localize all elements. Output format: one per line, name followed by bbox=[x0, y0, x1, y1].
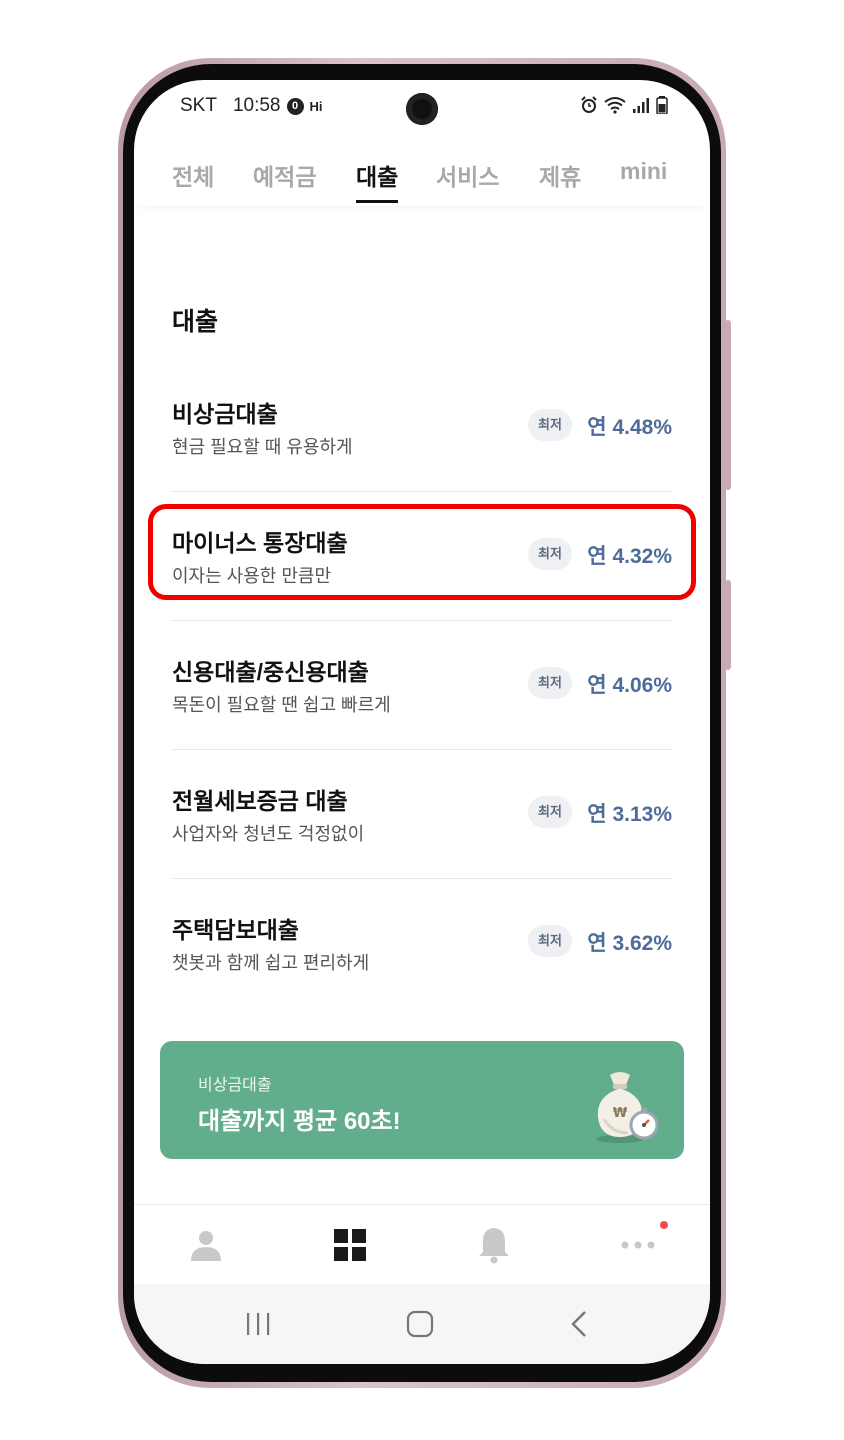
front-camera bbox=[406, 93, 438, 125]
wifi-icon bbox=[604, 97, 626, 114]
lowest-badge: 최저 bbox=[528, 409, 572, 441]
lowest-badge: 최저 bbox=[528, 667, 572, 699]
carrier-label: SKT bbox=[180, 95, 217, 116]
system-nav bbox=[134, 1284, 710, 1364]
highlight-annotation bbox=[148, 504, 696, 600]
battery-icon bbox=[656, 96, 668, 114]
loan-item-jeonse[interactable]: 전월세보증금 대출 사업자와 청년도 걱정없이 최저 연 3.13% bbox=[172, 782, 672, 910]
status-right bbox=[580, 96, 668, 114]
tab-loans[interactable]: 대출 bbox=[356, 158, 398, 192]
loan-item-mortgage[interactable]: 주택담보대출 챗봇과 함께 쉽고 편리하게 최저 연 3.62% bbox=[172, 911, 672, 1039]
category-tabs: 전체 예적금 대출 서비스 제휴 mini bbox=[134, 150, 710, 206]
loan-item-credit[interactable]: 신용대출/중신용대출 목돈이 필요할 땐 쉽고 빠르게 최저 연 4.06% bbox=[172, 653, 672, 781]
loan-desc: 목돈이 필요할 땐 쉽고 빠르게 bbox=[172, 695, 391, 715]
home-icon[interactable] bbox=[402, 1306, 438, 1342]
power-button bbox=[725, 580, 731, 670]
tab-all[interactable]: 전체 bbox=[172, 158, 214, 192]
loan-desc: 사업자와 청년도 걱정없이 bbox=[172, 824, 365, 844]
alarm-icon bbox=[581, 96, 597, 113]
lowest-badge: 최저 bbox=[528, 796, 572, 828]
screen: SKT 10:58 0 Hi 전체 예적금 대출 서비스 제휴 mini 대출 … bbox=[134, 80, 710, 1364]
status-left: SKT 10:58 0 Hi bbox=[180, 95, 323, 117]
loan-name: 주택담보대출 bbox=[172, 917, 299, 943]
loan-name: 비상금대출 bbox=[172, 401, 278, 427]
loan-desc: 현금 필요할 때 유용하게 bbox=[172, 437, 353, 457]
loan-rate: 연 4.06% bbox=[587, 674, 672, 697]
tab-partners[interactable]: 제휴 bbox=[539, 158, 581, 192]
signal-icon bbox=[633, 98, 649, 113]
lowest-badge: 최저 bbox=[528, 925, 572, 957]
loan-rate: 연 4.48% bbox=[587, 416, 672, 439]
promo-banner[interactable]: 비상금대출 대출까지 평균 60초! ₩ bbox=[160, 1041, 684, 1159]
loan-name: 전월세보증금 대출 bbox=[172, 788, 348, 814]
active-tab-indicator bbox=[356, 200, 398, 203]
divider bbox=[172, 491, 672, 492]
divider bbox=[172, 620, 672, 621]
bell-icon[interactable] bbox=[474, 1225, 514, 1265]
divider bbox=[172, 878, 672, 879]
notification-app-icon: 0 bbox=[286, 97, 304, 115]
clock: 10:58 bbox=[232, 95, 281, 116]
tab-mini[interactable]: mini bbox=[620, 158, 667, 185]
loan-rate: 연 3.62% bbox=[587, 932, 672, 955]
hi-notification-icon: Hi bbox=[309, 98, 323, 114]
loan-name: 신용대출/중신용대출 bbox=[172, 659, 369, 685]
tab-services[interactable]: 서비스 bbox=[436, 158, 499, 192]
status-bar: SKT 10:58 0 Hi bbox=[134, 80, 710, 136]
section-title: 대출 bbox=[172, 308, 219, 336]
money-bag-stopwatch-icon: ₩ bbox=[596, 1072, 659, 1143]
divider bbox=[172, 749, 672, 750]
grid-icon[interactable] bbox=[330, 1225, 370, 1265]
person-icon[interactable] bbox=[186, 1225, 226, 1265]
recents-icon[interactable] bbox=[240, 1306, 276, 1342]
notification-dot bbox=[660, 1221, 668, 1229]
back-icon[interactable] bbox=[562, 1306, 598, 1342]
loan-desc: 챗봇과 함께 쉽고 편리하게 bbox=[172, 953, 370, 973]
banner-subtitle: 비상금대출 bbox=[198, 1077, 272, 1094]
volume-button bbox=[725, 320, 731, 490]
tab-deposits[interactable]: 예적금 bbox=[253, 158, 316, 192]
loan-rate: 연 3.13% bbox=[587, 803, 672, 826]
svg-text:₩: ₩ bbox=[613, 1106, 628, 1121]
more-icon[interactable] bbox=[618, 1225, 658, 1265]
banner-title: 대출까지 평균 60초! bbox=[198, 1108, 401, 1135]
bottom-nav bbox=[134, 1204, 710, 1285]
